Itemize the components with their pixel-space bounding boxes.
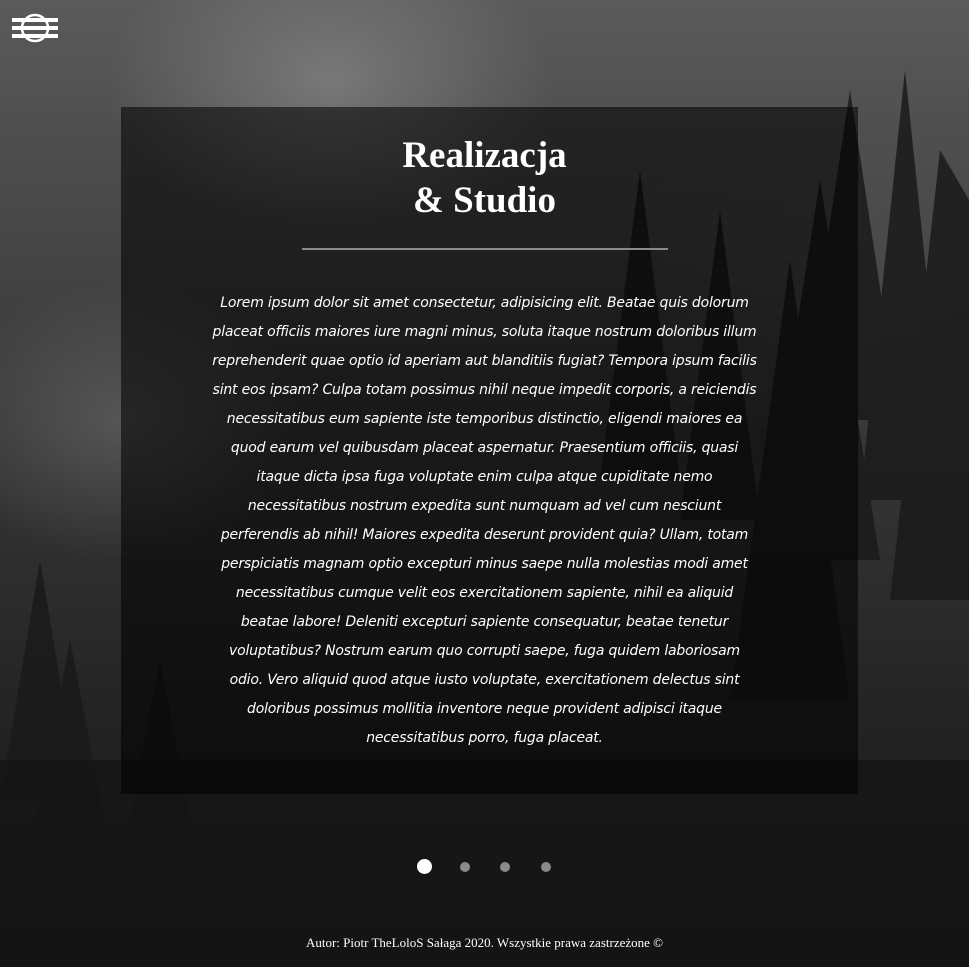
hamburger-menu-icon [12,13,58,43]
section-title-line2: & Studio [413,180,556,221]
slider-dot-1[interactable] [417,859,432,874]
title-divider [302,248,668,250]
slider-dot-3[interactable] [500,862,510,872]
menu-button[interactable] [12,13,58,43]
slider-pagination [0,858,969,876]
section-description: Lorem ipsum dolor sit amet consectetur, … [212,295,757,746]
section-title-line1: Realizacja [402,135,567,176]
slider-dot-2[interactable] [460,862,470,872]
footer-copyright: Autor: Piotr TheLoloS Sałaga 2020. Wszys… [305,935,664,950]
section-title: Realizacja & Studio [0,133,969,223]
slider-dot-4[interactable] [541,862,551,872]
